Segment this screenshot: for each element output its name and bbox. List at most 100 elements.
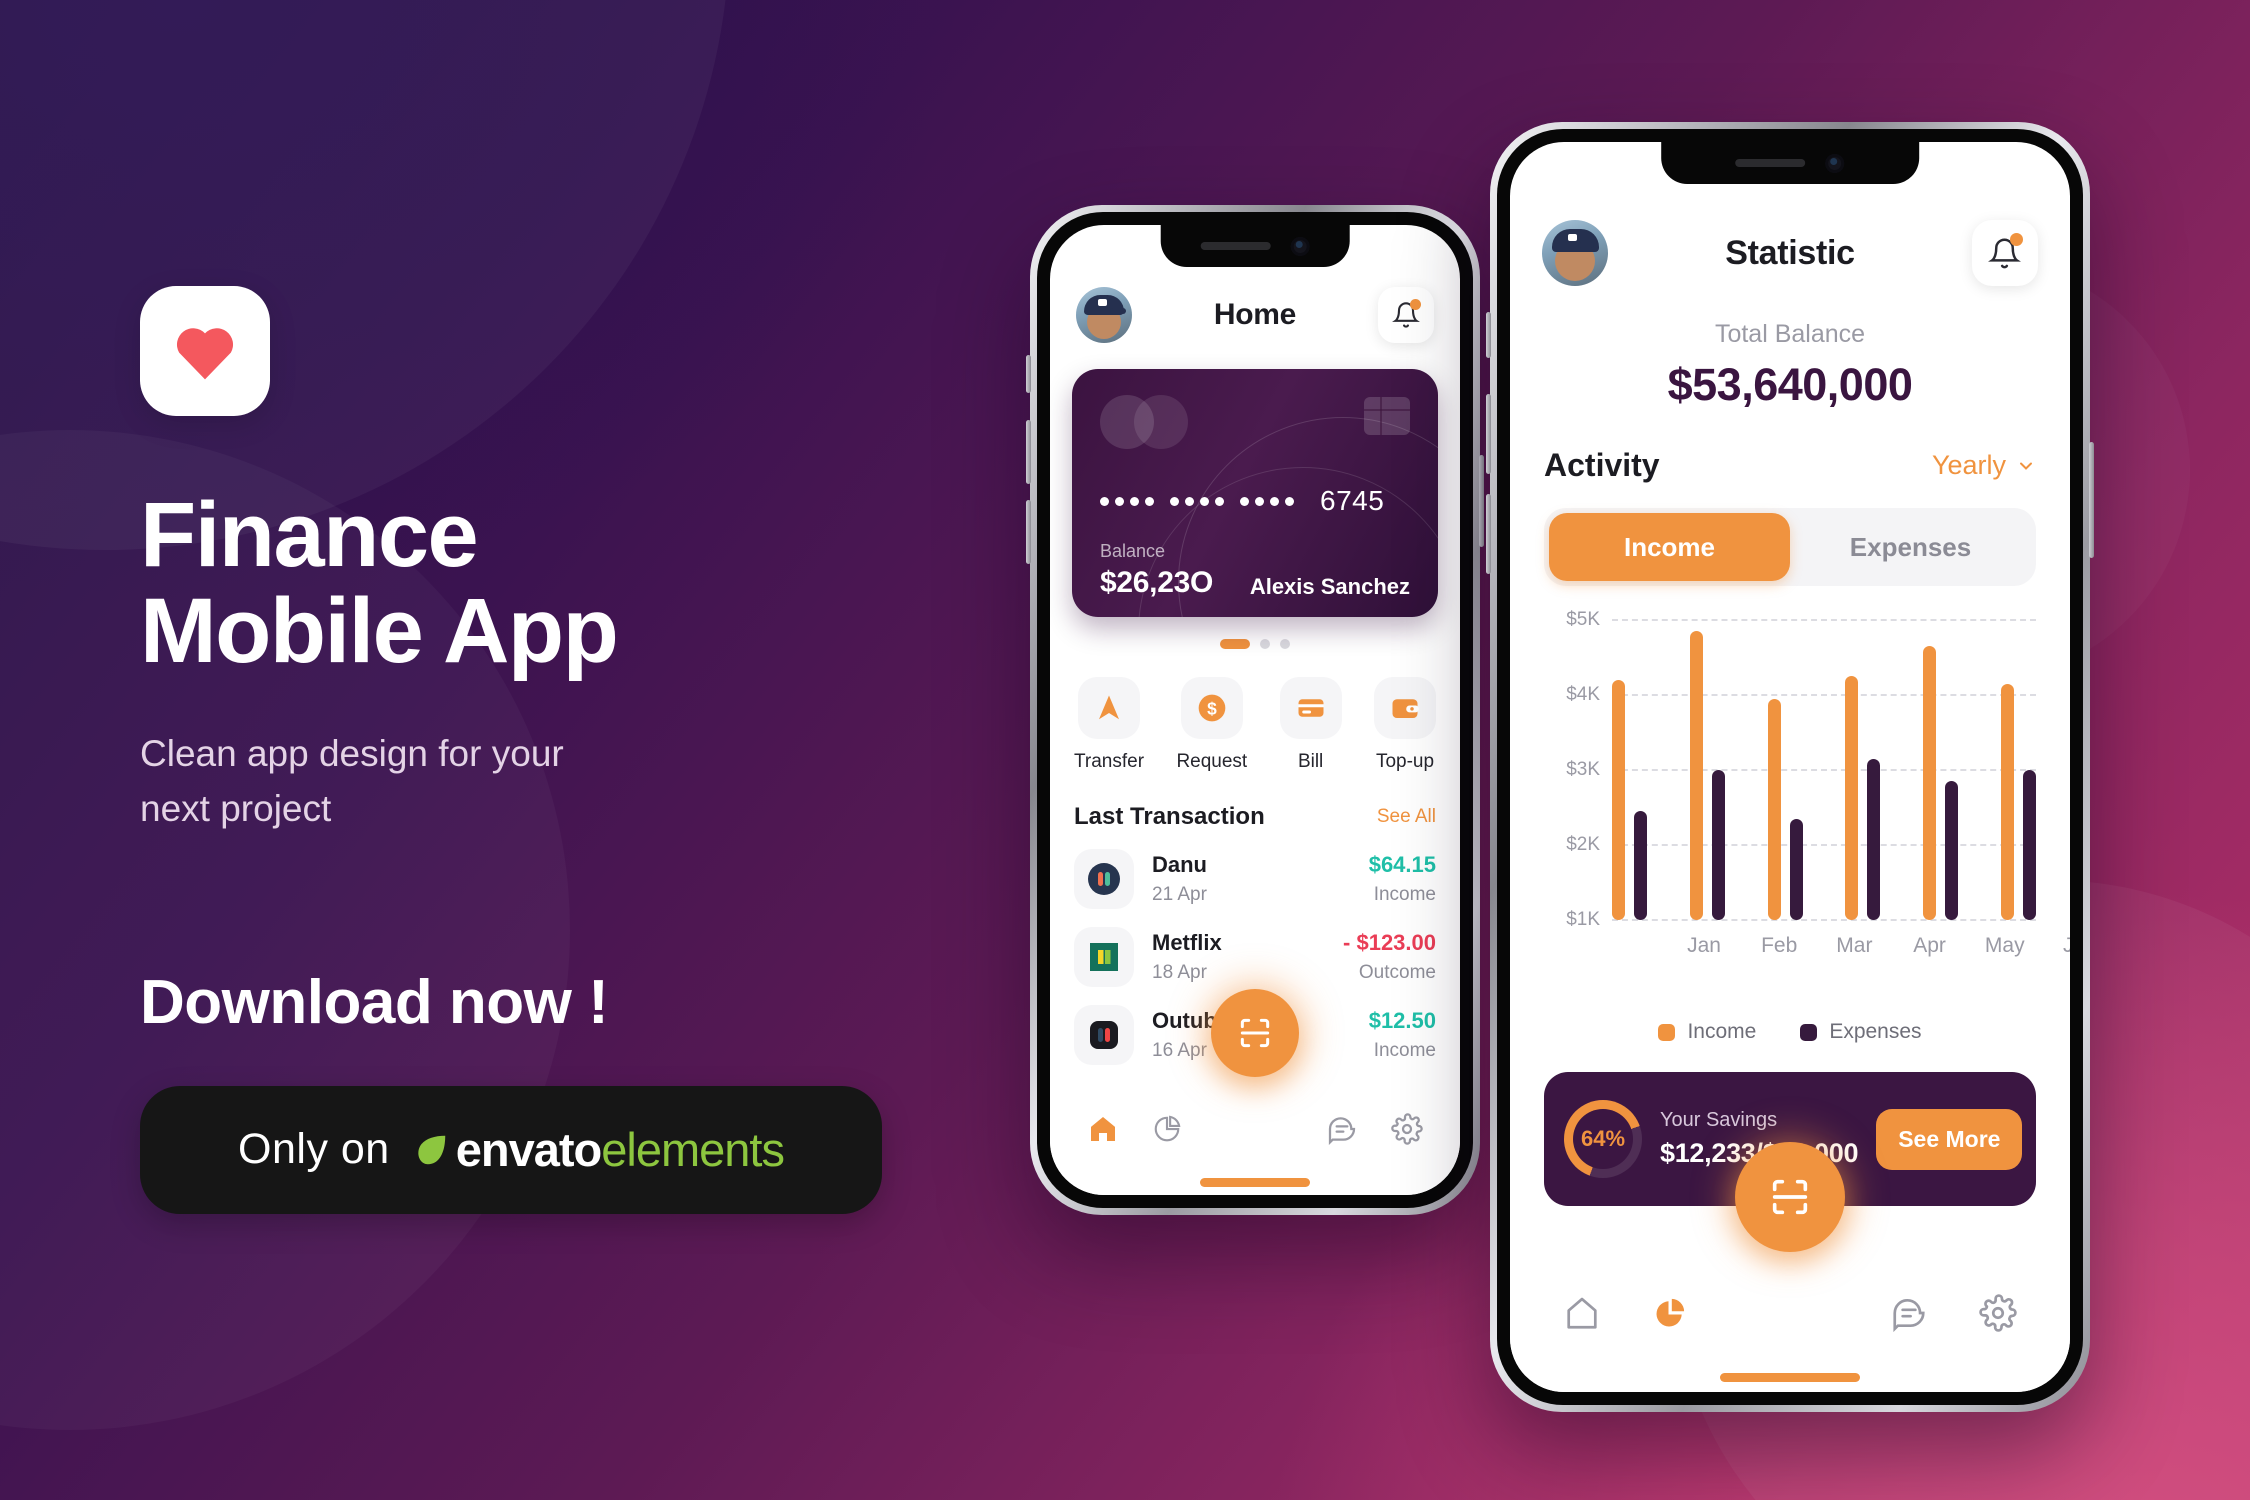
nav-item-settings[interactable] [1391,1113,1423,1145]
dollar-coin-icon: $ [1180,677,1243,739]
phone-power-button [2089,442,2094,558]
chart-x-axis: Jan Feb Mar Apr May Jun [1680,934,2070,958]
nav-item-statistic[interactable] [1152,1114,1182,1144]
gear-icon [1391,1113,1423,1145]
phone-bezel: Statistic Total Balance $53,640,000 Acti… [1497,129,2083,1405]
transaction-info: Metflix 18 Apr [1152,930,1325,984]
quick-action-label: Transfer [1074,751,1145,772]
earpiece-speaker [1735,159,1806,167]
see-more-button[interactable]: See More [1876,1108,2023,1170]
heart-icon [176,328,234,380]
svg-text:$: $ [1207,699,1217,719]
chart-y-tick: $3K [1566,759,1600,780]
masked-group-1 [1100,496,1154,506]
period-label: Yearly [1931,450,2006,480]
chart-bar-income [2000,683,2014,920]
card-footer: Balance $26,23O Alexis Sanchez [1100,541,1410,600]
phone-volume-up-button [1486,394,1491,474]
quick-action-transfer[interactable]: Transfer [1074,677,1144,773]
scan-fab-button[interactable] [1211,989,1299,1077]
period-selector[interactable]: Yearly [1932,450,2036,481]
notification-badge [1410,299,1421,310]
phone-mockup-home: Home 6745 Balance $26,23O Alexis Sanchez… [1026,205,1484,1215]
front-camera [1290,236,1310,256]
legend-label: Income [1687,1020,1757,1043]
earpiece-speaker [1200,242,1271,250]
nav-item-settings[interactable] [1978,1294,2017,1332]
only-on-label: Only on [238,1125,390,1174]
nav-item-home[interactable] [1087,1113,1119,1145]
chart-x-tick: Feb [1761,934,1798,957]
chart-y-tick: $2K [1566,834,1600,855]
chart-x-tick: Mar [1836,934,1873,957]
tab-expenses[interactable]: Expenses [1790,513,2031,581]
page-title: Home [1213,298,1297,331]
legend-label: Expenses [1829,1020,1922,1043]
pager-dot-2[interactable] [1260,639,1270,649]
quick-action-topup[interactable]: Top-up [1374,677,1436,773]
chart-bar-group [1689,620,1725,920]
pager-dot-3[interactable] [1280,639,1290,649]
chart-bar-expenses [1867,758,1881,920]
transaction-type: Outcome [1358,962,1436,983]
nav-item-statistic[interactable] [1652,1295,1688,1331]
chart-bar-expenses [1789,818,1803,920]
chart-bar-income [1845,676,1859,920]
card-pager[interactable] [1050,639,1460,649]
quick-action-label: Bill [1297,751,1324,772]
table-row[interactable]: Danu 21 Apr $64.15 Income [1050,831,1460,909]
savings-label: Your Savings [1660,1109,1778,1131]
pager-dot-1[interactable] [1220,639,1250,649]
see-all-link[interactable]: See All [1377,806,1436,828]
transaction-type: Income [1373,1040,1436,1061]
avatar[interactable] [1076,287,1132,343]
envato-elements-badge[interactable]: Only on envato elements [140,1085,882,1214]
card-balance-label: Balance [1100,541,1166,561]
transaction-amount: - $123.00 [1343,930,1436,955]
tab-income[interactable]: Income [1549,513,1790,581]
activity-header: Activity Yearly [1510,411,2070,484]
scan-fab-button[interactable] [1735,1142,1845,1252]
credit-card[interactable]: 6745 Balance $26,23O Alexis Sanchez [1072,369,1438,617]
envato-wordmark: envato [455,1123,602,1177]
quick-action-bill[interactable]: Bill [1279,677,1342,773]
page-title: Finance Mobile App [140,484,619,682]
phone-mute-button [1026,355,1031,393]
avatar[interactable] [1542,220,1608,286]
home-indicator [1200,1178,1310,1187]
chart-y-axis: $5K $4K $3K $2K $1K [1544,609,1600,930]
notification-badge [2009,233,2023,246]
nav-item-chat[interactable] [1326,1113,1358,1145]
envato-elements-logo: envato elements [412,1122,785,1177]
transaction-amount: $64.15 [1368,852,1436,877]
chart-bar-expenses [1634,811,1647,920]
chart-bar-group [1923,620,1959,920]
savings-progress-ring: 64% [1564,1100,1642,1178]
chart-y-tick: $5K [1566,609,1600,630]
chart-bar-group [2000,620,2036,920]
card-balance-value: $26,23O [1100,566,1213,599]
transaction-amount-block: - $123.00 Outcome [1343,930,1436,984]
notification-button[interactable] [1378,287,1434,343]
chevron-down-icon [2020,462,2032,470]
phone-mute-button [1486,312,1491,358]
notification-button[interactable] [1971,220,2038,286]
send-icon [1078,677,1141,739]
card-chip-icon [1364,397,1410,435]
chart-bars [1612,620,2036,920]
phone-mockup-statistic: Statistic Total Balance $53,640,000 Acti… [1486,122,2094,1412]
home-indicator [1720,1373,1860,1382]
quick-actions: Transfer $ Request Bill Top-up [1050,649,1460,773]
leaf-icon [418,1135,445,1164]
nav-item-chat[interactable] [1890,1294,1928,1332]
quick-action-request[interactable]: $ Request [1176,677,1247,773]
transaction-name: Danu [1152,852,1207,877]
phone-volume-down-button [1026,500,1031,564]
pie-chart-icon [1656,1298,1685,1327]
pie-chart-icon [1155,1115,1181,1142]
chart-x-tick: Jan [1687,934,1721,957]
nav-item-home[interactable] [1563,1294,1601,1332]
chart-bar-income [1923,646,1937,920]
transaction-date: 21 Apr [1152,884,1207,905]
table-row[interactable]: Metflix 18 Apr - $123.00 Outcome [1050,909,1460,987]
